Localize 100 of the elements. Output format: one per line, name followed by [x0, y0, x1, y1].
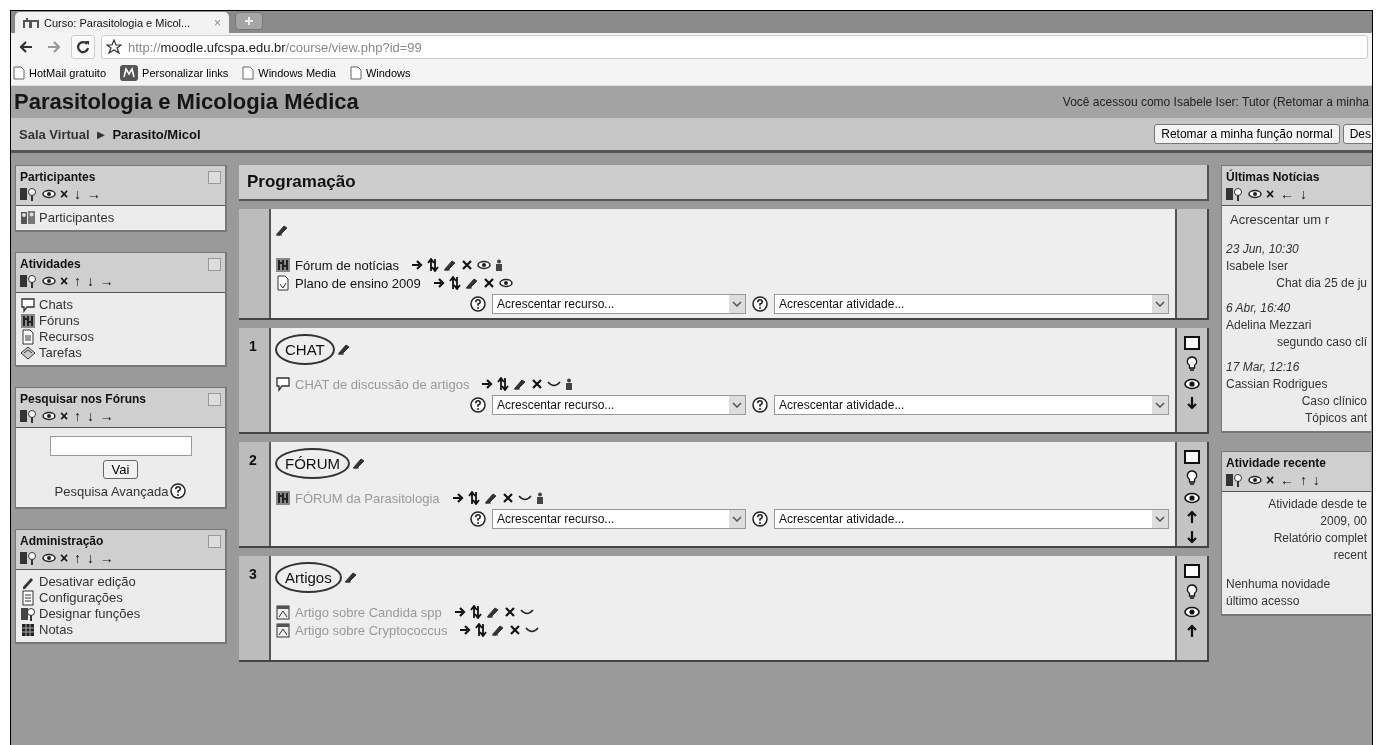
collapse-button[interactable]	[208, 170, 221, 184]
page-icon	[349, 66, 362, 80]
header-button[interactable]: Des	[1342, 124, 1372, 144]
block-link[interactable]: Chats	[20, 297, 221, 313]
edit-icon	[513, 378, 528, 390]
help-icon	[170, 483, 187, 499]
edit-icon	[464, 277, 479, 289]
delete-icon	[509, 624, 522, 636]
new-tab-button[interactable]	[235, 12, 263, 30]
app-logo-icon	[120, 65, 139, 81]
block-control-arrows[interactable]: × ← ↑ ↓	[1266, 472, 1321, 488]
back-icon	[19, 41, 33, 53]
post-author: Cassian Rodrigues	[1226, 376, 1329, 393]
edit-icon	[343, 571, 358, 583]
post-link[interactable]: Chat dia 25 de ju	[1226, 275, 1367, 292]
move-icon	[427, 258, 440, 272]
roles-icon	[20, 274, 38, 288]
header-button[interactable]: Retomar a minha função normal	[1154, 124, 1340, 144]
post-date: 17 Mar, 12:16	[1226, 359, 1301, 376]
eye-icon	[498, 278, 513, 288]
login-info: Você acessou como Isabele Iser: Tutor (Retomar a minha	[1062, 95, 1369, 109]
block-link[interactable]: Configurações	[20, 590, 221, 606]
block-control-arrows[interactable]: × ↑ ↓ →	[60, 408, 115, 424]
section-header: Programação	[239, 165, 1209, 201]
block-link[interactable]: Designar funções	[20, 606, 221, 622]
block-title: Administração	[20, 534, 104, 548]
block-title: Atividade recente	[1226, 456, 1327, 470]
edit-icon	[485, 606, 500, 618]
caret-icon	[1155, 516, 1165, 522]
arrow-down-icon	[1187, 396, 1197, 410]
bookmark[interactable]: Windows Media	[242, 66, 336, 80]
browser-tab[interactable]: Curso: Parasitologia e Micol... ×	[15, 12, 229, 33]
breadcrumb-current: Parasito/Micol	[112, 126, 201, 142]
delete-icon	[461, 259, 474, 271]
eye-icon	[42, 276, 56, 286]
post-author: Adelina Mezzari	[1226, 317, 1313, 334]
bookmark[interactable]: Personalizar links	[120, 65, 229, 81]
arrow-right-icon	[459, 625, 472, 635]
block-link[interactable]: Desativar edição	[20, 574, 221, 590]
address-bar[interactable]: http://moodle.ufcspa.edu.br/course/view.php?id=99	[101, 35, 1368, 59]
bookmark[interactable]: Windows	[349, 66, 411, 80]
eye-icon	[42, 411, 56, 421]
caret-icon	[732, 301, 742, 307]
reload-icon	[76, 40, 90, 54]
section-title: FÓRUM	[275, 447, 350, 479]
document-icon	[20, 329, 36, 345]
activity-link[interactable]: Plano de ensino 2009	[295, 275, 421, 291]
breadcrumb-link[interactable]: Sala Virtual	[19, 126, 90, 142]
reload-button[interactable]	[71, 35, 95, 59]
block-control-arrows[interactable]: × ← ↓	[1266, 186, 1308, 202]
section-title: CHAT	[275, 333, 335, 365]
help-icon	[752, 296, 768, 312]
block-control-arrows[interactable]: × ↑ ↓ →	[60, 273, 115, 289]
page-icon	[242, 66, 255, 80]
add-resource-dropdown[interactable]: Acrescentar recurso...	[492, 294, 746, 314]
section-number: 3	[249, 566, 257, 582]
recent-activity-text: Atividade desde te	[1267, 496, 1367, 513]
arrow-up-icon	[1187, 510, 1197, 524]
block-link[interactable]: Notas	[20, 622, 221, 638]
post-link[interactable]: Tópicos ant	[1226, 410, 1367, 427]
closed-eye-icon	[547, 379, 562, 389]
course-title: Parasitologia e Micologia Médica	[14, 89, 359, 115]
moodle-logo-icon	[23, 16, 39, 29]
arrow-right-icon	[432, 278, 445, 288]
edit-icon	[336, 343, 351, 355]
move-icon	[448, 276, 461, 290]
add-resource-dropdown[interactable]: Acrescentar recurso...	[492, 395, 746, 415]
help-icon	[470, 296, 486, 312]
delete-icon	[482, 277, 495, 289]
block-control-arrows[interactable]: × ↑ ↓ →	[60, 550, 115, 566]
person-icon	[535, 492, 544, 504]
search-button[interactable]: Vai	[102, 460, 139, 479]
add-activity-dropdown[interactable]: Acrescentar atividade...	[774, 294, 1169, 314]
block-link[interactable]: Tarefas	[20, 345, 221, 361]
help-icon	[752, 511, 768, 527]
advanced-search-link[interactable]: Pesquisa Avançada	[54, 483, 169, 499]
bookmark[interactable]: HotMail gratuito	[13, 66, 107, 80]
arrow-right-icon	[411, 260, 424, 270]
add-activity-dropdown[interactable]: Acrescentar atividade...	[774, 509, 1169, 529]
search-field[interactable]	[49, 436, 192, 456]
eye-icon	[1248, 475, 1262, 485]
collapse-button[interactable]	[208, 257, 221, 271]
activity-link[interactable]: Fórum de notícias	[295, 257, 400, 273]
help-icon	[470, 511, 486, 527]
eye-icon	[1248, 189, 1262, 199]
add-resource-dropdown[interactable]: Acrescentar recurso...	[492, 509, 746, 529]
collapse-button[interactable]	[208, 534, 221, 548]
add-activity-dropdown[interactable]: Acrescentar atividade...	[774, 395, 1169, 415]
collapse-button[interactable]	[208, 392, 221, 406]
block-link[interactable]: Fóruns	[20, 313, 221, 329]
document-icon	[275, 275, 291, 291]
block-control-arrows[interactable]: × ↓ →	[60, 186, 102, 202]
add-news-link[interactable]: Acrescentar um r	[1226, 210, 1367, 233]
move-icon	[467, 491, 480, 505]
post-author: Isabele Iser	[1226, 258, 1290, 275]
post-link[interactable]: segundo caso clí	[1226, 334, 1367, 351]
edit-icon	[352, 457, 366, 469]
delete-icon	[531, 378, 544, 390]
post-link[interactable]: Caso clínico	[1226, 393, 1367, 410]
block-link[interactable]: Recursos	[20, 329, 221, 345]
